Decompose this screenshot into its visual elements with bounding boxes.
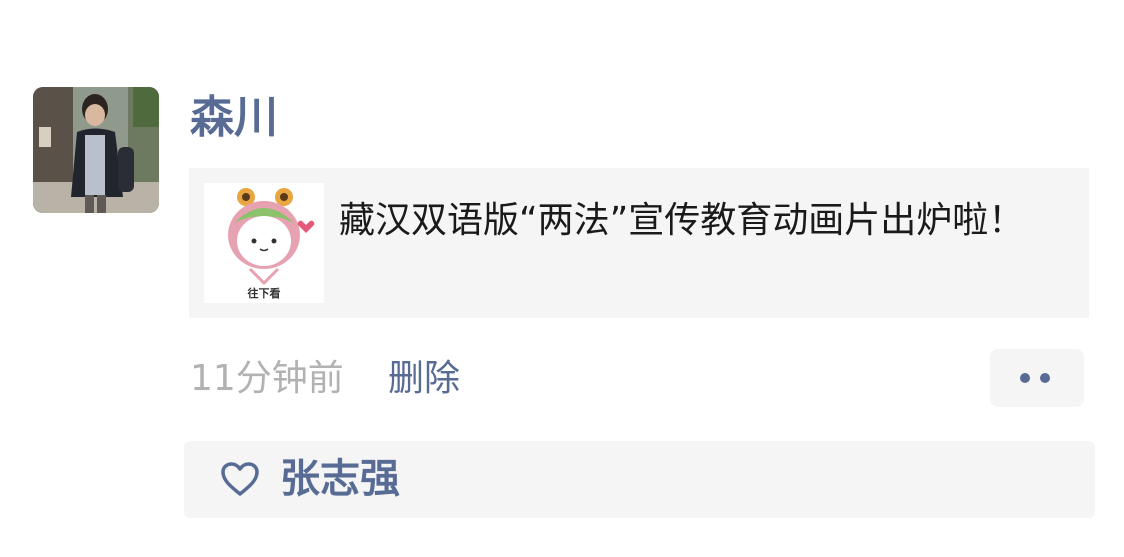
likes-panel: 张志强 — [184, 441, 1095, 518]
author-name[interactable]: 森川 — [190, 88, 278, 148]
link-thumbnail: 往下看 — [204, 183, 324, 303]
more-button[interactable] — [990, 349, 1084, 407]
more-dots-icon — [1020, 373, 1030, 383]
liker-name[interactable]: 张志强 — [280, 454, 400, 504]
avatar[interactable] — [33, 87, 159, 213]
more-dots-icon — [1040, 373, 1050, 383]
delete-button[interactable]: 删除 — [388, 354, 460, 404]
link-card[interactable]: 往下看 藏汉双语版“两法”宣传教育动画片出炉啦！ — [189, 168, 1089, 318]
thumb-caption: 往下看 — [248, 286, 281, 300]
post-time: 11分钟前 — [190, 358, 344, 399]
link-title: 藏汉双语版“两法”宣传教育动画片出炉啦！ — [339, 200, 1025, 241]
heart-icon — [221, 462, 259, 496]
